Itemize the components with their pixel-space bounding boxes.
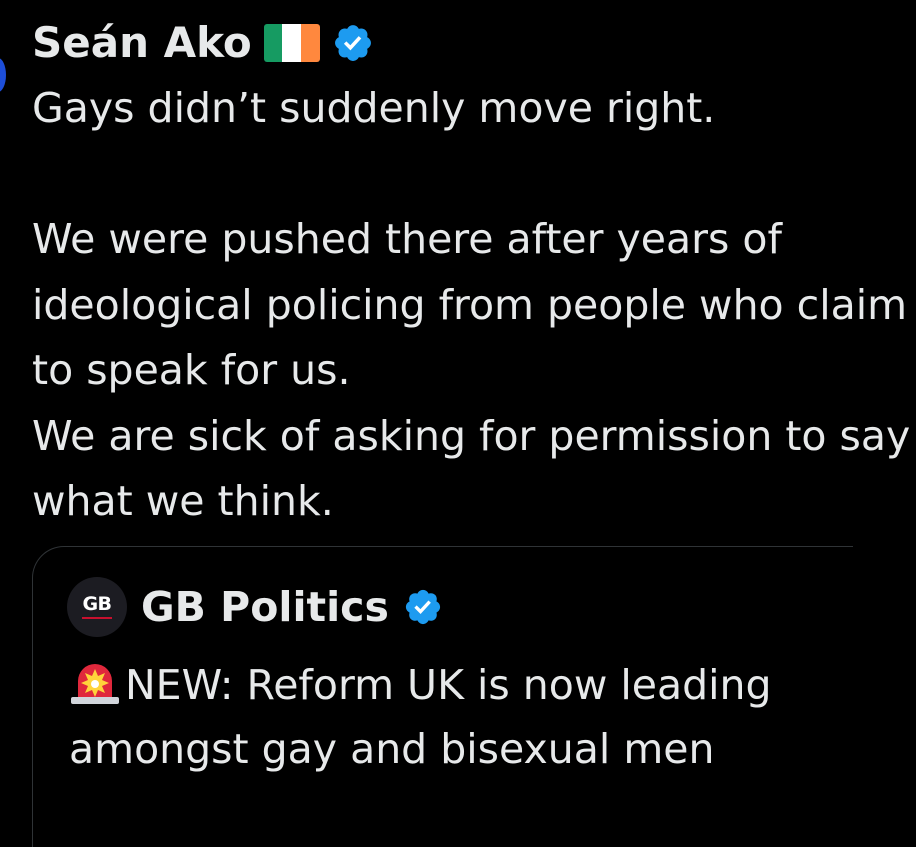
quote-header: GB GB Politics <box>67 577 443 637</box>
author-name[interactable]: Seán Ako <box>32 22 252 64</box>
quote-avatar-text: GB <box>82 593 112 615</box>
rotating-light-icon <box>71 664 119 704</box>
tweet-text: Gays didn’t suddenly move right. We were… <box>32 84 911 525</box>
quote-avatar[interactable]: GB <box>67 577 127 637</box>
verified-badge-icon <box>334 25 371 61</box>
avatar-edge[interactable] <box>0 58 6 92</box>
verified-badge-icon <box>405 589 440 625</box>
tweet-header: Seán Ako <box>32 16 374 70</box>
quote-text-content: NEW: Reform UK is now leading amongst ga… <box>69 661 772 773</box>
ireland-flag-icon <box>263 24 320 62</box>
avatar-stripe <box>82 617 112 619</box>
quote-author-name[interactable]: GB Politics <box>141 586 389 628</box>
quote-text: NEW: Reform UK is now leading amongst ga… <box>69 653 859 781</box>
